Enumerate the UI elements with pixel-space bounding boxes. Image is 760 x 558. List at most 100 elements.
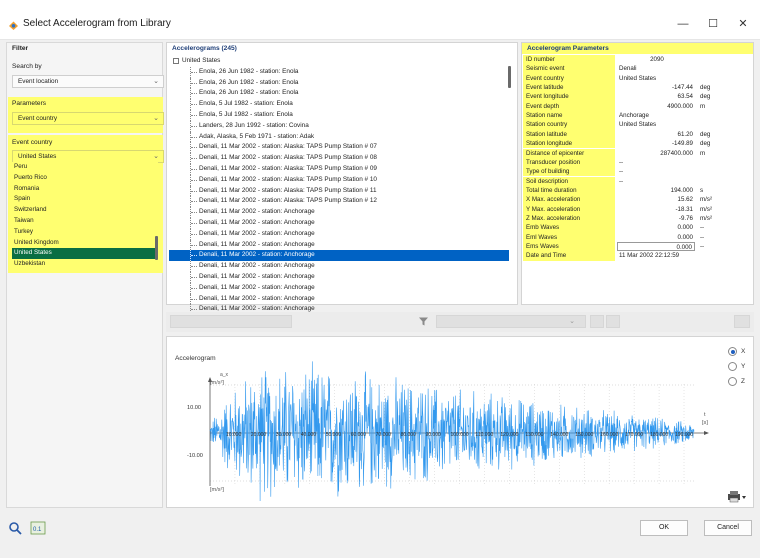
toolbar-button-2[interactable] (606, 315, 620, 328)
accelerogram-item[interactable]: Denali, 11 Mar 2002 - station: Alaska: T… (169, 142, 509, 154)
event-country-label: Event country (12, 139, 53, 146)
collapse-icon[interactable] (173, 58, 179, 64)
minimize-button[interactable]: — (673, 16, 693, 32)
accelerogram-item[interactable]: Denali, 11 Mar 2002 - station: Alaska: T… (169, 174, 509, 186)
country-option[interactable]: Taiwan (12, 216, 158, 227)
accelerogram-label: Enola, 26 Jun 1982 - station: Enola (199, 89, 299, 97)
filter-icon[interactable] (418, 316, 429, 327)
radio-z[interactable] (728, 377, 737, 386)
country-option[interactable]: Turkey (12, 227, 158, 238)
accelerogram-label: Landers, 28 Jun 1992 - station: Covina (199, 121, 309, 129)
accelerogram-label: Denali, 11 Mar 2002 - station: Alaska: T… (199, 154, 377, 162)
country-option[interactable]: United Kingdom (12, 238, 158, 249)
parameter-key: Seismic event (523, 64, 615, 74)
parameter-row: Total time duration 194.000 s (523, 185, 753, 196)
parameters-panel: Accelerogram Parameters ID number 2090 Sei… (521, 42, 754, 305)
country-option[interactable]: Puerto Rico (12, 173, 158, 184)
parameter-unit: deg (700, 140, 711, 148)
parameters-select[interactable]: Event country ⌄ (12, 112, 164, 125)
parameter-key: Station country (523, 120, 615, 130)
tree-root-item[interactable]: United States (169, 56, 509, 67)
country-option[interactable]: Romania (12, 184, 158, 195)
parameter-value: 11 Mar 2002 22:12:59 (619, 252, 680, 260)
close-button[interactable]: ✕ (733, 16, 753, 32)
x-tick-label: 10.000 (226, 432, 242, 438)
parameter-row: Z Max. acceleration -9.76 m/s² (523, 213, 753, 224)
print-icon[interactable] (726, 490, 748, 503)
parameter-key: Ems Waves (523, 242, 615, 252)
toolbar-field-1[interactable] (170, 315, 292, 328)
accelerogram-item[interactable]: Landers, 28 Jun 1992 - station: Covina (169, 120, 509, 132)
search-by-select[interactable]: Event location ⌄ (12, 75, 164, 88)
ok-button[interactable]: OK (640, 520, 688, 536)
search-by-value: Event location (18, 78, 59, 85)
accelerogram-item[interactable]: Denali, 11 Mar 2002 - station: Alaska: T… (169, 163, 509, 175)
accelerogram-item[interactable]: Denali, 11 Mar 2002 - station: Anchorage (169, 261, 509, 272)
country-option[interactable]: Peru (12, 162, 158, 173)
parameter-row: Type of building -- (523, 167, 753, 177)
accelerogram-item[interactable]: Denali, 11 Mar 2002 - station: Anchorage (169, 217, 509, 229)
parameter-key: Distance of epicenter (523, 148, 615, 158)
parameter-value: 0.000 (617, 242, 695, 252)
accelerogram-item[interactable]: Enola, 5 Jul 1982 - station: Enola (169, 109, 509, 121)
accelerogram-item[interactable]: Denali, 11 Mar 2002 - station: Anchorage (169, 250, 509, 262)
toolbar-select[interactable]: ⌄ (436, 315, 586, 328)
parameter-key: X Max. acceleration (523, 195, 615, 205)
x-tick-label: 30.000 (276, 432, 292, 438)
parameter-value: 15.62 (677, 196, 693, 204)
accelerogram-item[interactable]: Adak, Alaska, 5 Feb 1971 - station: Adak (169, 131, 509, 143)
accelerogram-item[interactable]: Denali, 11 Mar 2002 - station: Anchorage (169, 293, 509, 305)
radio-x-label: X (741, 348, 746, 355)
x-tick-label: 160.000 (600, 432, 618, 438)
parameter-value: 63.54 (677, 93, 693, 101)
accelerogram-item[interactable]: Denali, 11 Mar 2002 - station: Alaska: T… (169, 185, 509, 197)
parameter-value: -147.44 (672, 84, 693, 92)
parameter-unit: m/s² (700, 214, 713, 222)
x-tick-label: 110.000 (475, 432, 493, 438)
accelerogram-item[interactable]: Enola, 26 Jun 1982 - station: Enola (169, 66, 509, 78)
toolbar-button-1[interactable] (590, 315, 604, 328)
cancel-button[interactable]: Cancel (704, 520, 752, 536)
accelerograms-scrollbar[interactable] (508, 66, 511, 88)
accelerogram-label: Enola, 5 Jul 1982 - station: Enola (199, 100, 293, 108)
accelerogram-item[interactable]: Denali, 11 Mar 2002 - station: Alaska: T… (169, 196, 509, 208)
accelerogram-label: Denali, 11 Mar 2002 - station: Alaska: T… (199, 164, 377, 172)
parameter-row: Seismic event Denali (523, 64, 753, 74)
parameter-key: Z Max. acceleration (523, 213, 615, 224)
accelerogram-item[interactable]: Enola, 5 Jul 1982 - station: Enola (169, 99, 509, 110)
radio-x[interactable] (728, 347, 737, 356)
toolbar-button-3[interactable] (734, 315, 750, 328)
x-tick-label: 130.000 (525, 432, 543, 438)
radio-y[interactable] (728, 362, 737, 371)
country-option[interactable]: Switzerland (12, 205, 158, 216)
accelerograms-header: Accelerograms (245) (172, 45, 237, 52)
country-list-scrollbar[interactable] (155, 236, 158, 260)
accelerogram-item[interactable]: Denali, 11 Mar 2002 - station: Anchorage (169, 271, 509, 283)
parameter-unit: deg (700, 130, 711, 138)
country-option[interactable]: United States (12, 248, 158, 260)
parameters-header: Accelerogram Parameters (527, 45, 609, 52)
chart-title: Accelerogram (175, 355, 216, 362)
parameter-unit: -- (700, 224, 705, 232)
accelerogram-chart: Accelerogram a_x [m/s²] [m/s²] 10.00 -10… (175, 355, 709, 502)
event-country-value: United States (18, 153, 57, 160)
accelerogram-label: Denali, 11 Mar 2002 - station: Anchorage (199, 262, 315, 270)
units-icon[interactable]: 0.1 (30, 520, 46, 536)
parameter-unit: s (700, 186, 704, 194)
country-option[interactable]: Uzbekistan (12, 259, 158, 270)
maximize-button[interactable]: ☐ (703, 16, 723, 32)
accelerogram-item[interactable]: Enola, 26 Jun 1982 - station: Enola (169, 88, 509, 100)
country-dropdown-list: Peru Puerto Rico Romania Spain Switzerland Ta… (12, 162, 158, 270)
search-icon[interactable] (8, 521, 22, 535)
accelerogram-item[interactable]: Denali, 11 Mar 2002 - station: Anchorage (169, 207, 509, 218)
accelerogram-item[interactable]: Denali, 11 Mar 2002 - station: Anchorage (169, 239, 509, 251)
y-axis-unit-bottom: [m/s²] (210, 487, 224, 493)
x-axis-unit: [s] (702, 420, 708, 426)
country-option[interactable]: Spain (12, 194, 158, 205)
accelerogram-item[interactable]: Denali, 11 Mar 2002 - station: Anchorage (169, 282, 509, 294)
accelerogram-label: Denali, 11 Mar 2002 - station: Anchorage (199, 229, 315, 237)
accelerogram-item[interactable]: Denali, 11 Mar 2002 - station: Alaska: T… (169, 153, 509, 164)
parameter-row: Eml Waves 0.000 -- (523, 232, 753, 242)
accelerogram-item[interactable]: Denali, 11 Mar 2002 - station: Anchorage (169, 228, 509, 240)
accelerogram-item[interactable]: Enola, 26 Jun 1982 - station: Enola (169, 77, 509, 89)
